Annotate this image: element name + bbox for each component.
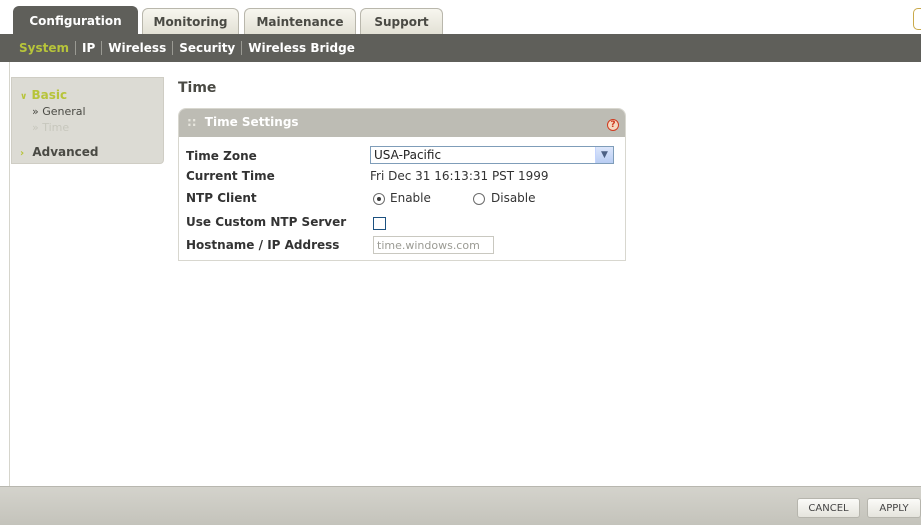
sidebar-item-label: Advanced [32,145,99,159]
apply-button[interactable]: APPLY [867,498,921,518]
ntp-enable-radio[interactable] [373,193,385,205]
cancel-button[interactable]: CANCEL [797,498,860,518]
top-tab-bar: Configuration Monitoring Maintenance Sup… [0,0,921,34]
current-time-value: Fri Dec 31 16:13:31 PST 1999 [370,169,549,183]
time-zone-value: USA-Pacific [374,148,442,162]
grip-dots-icon: :: [187,115,197,129]
subnav-wireless[interactable]: Wireless [102,41,172,55]
ntp-enable-label[interactable]: Enable [390,191,431,205]
panel-title-text: Time Settings [204,115,299,129]
sidebar-item-advanced[interactable]: › Advanced [20,145,99,159]
sub-navigation: System IP Wireless Security Wireless Bri… [9,34,921,62]
panel-header: :: Time Settings ? [179,109,625,137]
chevron-right-icon: › [20,148,25,159]
ntp-disable-radio[interactable] [473,193,485,205]
sidebar: ∨ Basic » General » Time › Advanced [11,77,164,164]
chevron-down-icon[interactable]: ▼ [595,147,613,163]
current-time-label: Current Time [186,169,275,183]
help-icon[interactable]: ? [607,119,619,131]
sidebar-item-time[interactable]: » Time [32,121,69,134]
page-title: Time [178,80,217,96]
tab-maintenance[interactable]: Maintenance [244,8,356,34]
hostname-label: Hostname / IP Address [186,238,340,252]
ntp-client-label: NTP Client [186,191,257,205]
hostname-input[interactable]: time.windows.com [373,236,494,254]
time-zone-label: Time Zone [186,149,257,163]
time-settings-panel: :: Time Settings ? Time Zone USA-Pacific… [178,108,626,261]
custom-ntp-label: Use Custom NTP Server [186,215,347,229]
sidebar-item-label: Basic [31,88,68,102]
time-zone-select[interactable]: USA-Pacific ▼ [370,146,614,164]
subnav-ip[interactable]: IP [76,41,101,55]
subnav-system[interactable]: System [17,41,75,55]
panel-title: :: Time Settings [187,115,299,129]
ntp-disable-label[interactable]: Disable [491,191,536,205]
tab-support[interactable]: Support [360,8,443,34]
subnav-wireless-bridge[interactable]: Wireless Bridge [242,41,361,55]
nav-left-edge [0,34,9,62]
subnav-security[interactable]: Security [173,41,241,55]
tab-monitoring[interactable]: Monitoring [142,8,239,34]
sidebar-item-basic[interactable]: ∨ Basic [20,88,67,102]
tab-configuration[interactable]: Configuration [13,6,138,34]
bottom-action-bar: CANCEL APPLY [0,486,921,525]
sidebar-item-general[interactable]: » General [32,105,86,118]
custom-ntp-checkbox[interactable] [373,217,386,230]
tab-corner-decoration [913,8,921,30]
chevron-down-icon: ∨ [20,92,28,102]
